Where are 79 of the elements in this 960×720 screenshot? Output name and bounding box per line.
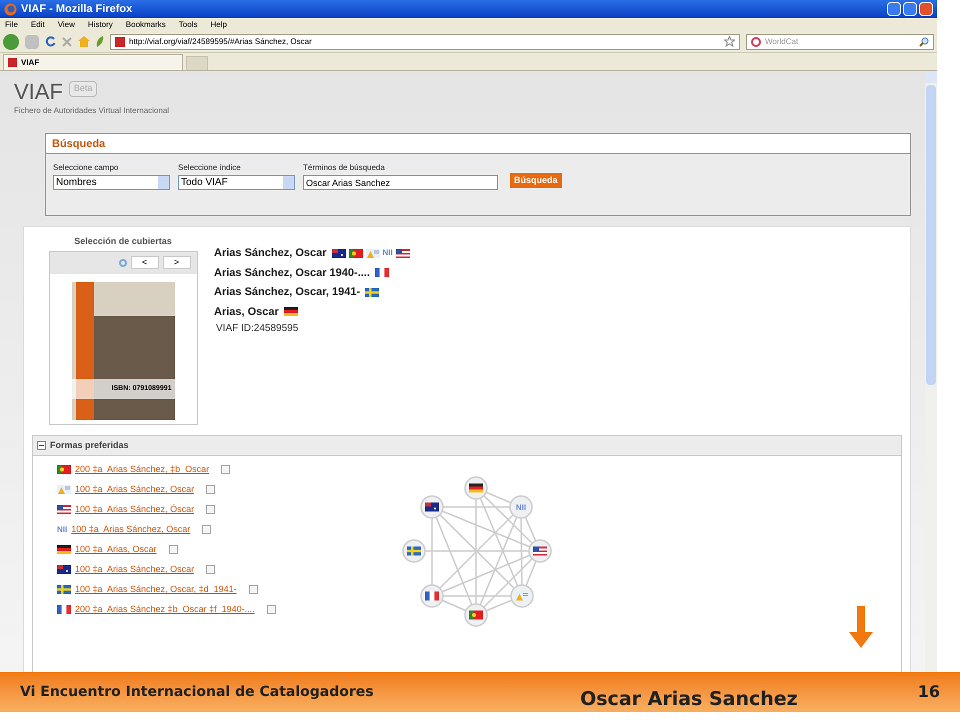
chevron-icon [283,176,294,189]
heading-name: Arias Sánchez, Oscar, 1941- [214,285,360,300]
down-arrow-icon[interactable] [849,606,873,648]
sweden-flag-icon [365,288,380,297]
source-label: NII [382,247,393,260]
site-icon [115,36,125,46]
heading-name: Arias, Oscar [214,304,279,320]
sweden-flag-icon [57,585,71,594]
tab-label: VIAF [21,56,40,68]
heading-link[interactable]: 100 ‡a Arias Sánchez, Oscar [75,482,194,496]
search-field[interactable]: Oscar Arias Sanchez [303,175,498,190]
australia-flag-icon [57,565,71,574]
heading-name: Arias Sánchez, Oscar [214,246,327,261]
field-label: Términos de búsqueda [303,162,386,174]
menu-item[interactable]: Help [210,18,227,30]
url-text: http://viaf.org/viaf/24589595/#Arias Sánchez, Oscar [129,36,312,48]
heading-link[interactable]: 200 ‡a Arias Sánchez ‡b Oscar ‡f 1940-.... [75,602,255,616]
globe-icon [4,2,17,16]
site-icon [8,58,17,67]
germany-flag-icon [284,307,298,316]
france-flag-icon [374,268,389,278]
page-number: 16 [918,681,940,703]
minimize-button[interactable] [887,2,901,16]
heading-link[interactable]: 100 ‡a Arias Sánchez, Oscar [75,562,194,576]
field-label: Seleccione índice [178,162,242,174]
authority-network-drawing: NII [399,472,559,632]
beta-badge: Beta [68,81,98,96]
heading-link[interactable]: 100 ‡a Arias, Oscar [75,542,157,556]
panel-title: Búsqueda [46,134,910,154]
search-icon[interactable] [919,36,929,46]
usa-flag-icon [396,248,410,258]
france-flag-icon [57,605,71,614]
home-icon[interactable] [78,36,90,47]
chevron-icon [158,176,169,189]
collapse-toggle[interactable] [37,441,46,450]
menu-item[interactable]: Tools [178,18,198,30]
menu-item[interactable]: Edit [30,18,45,30]
restore-button[interactable] [903,2,917,16]
section-title: Formas preferidas [50,438,129,452]
field-label: Seleccione campo [53,162,120,174]
menu-item[interactable]: View [58,18,75,30]
slide-title: Oscar Arias Sanchez [580,686,798,712]
covers-title: Selección de cubiertas [74,235,172,248]
window-title: VIAF - Mozilla Firefox [21,2,132,17]
portugal-flag-icon [57,465,71,474]
heading-link[interactable]: 100 ‡a Arias Sánchez, Óscar [75,502,194,516]
viaf-id: VIAF ID:24589595 [216,322,300,336]
new-tab-button[interactable] [186,56,208,70]
heading-link[interactable]: 100 ‡a Arias Sánchez, Oscar, ‡d 1941- [75,582,237,596]
dropdown[interactable]: Nombres [53,175,170,190]
back-button[interactable] [3,34,19,50]
menu-item[interactable]: File [5,18,18,30]
warning-sign-icon [57,485,71,494]
menu-item[interactable]: History [88,18,113,30]
heading-name: Arias Sánchez, Oscar 1940-.... [214,266,370,280]
leaf-icon[interactable] [96,36,104,47]
heading-link[interactable]: 200 ‡a Arias Sánchez, ‡b Oscar [75,462,210,476]
forward-button[interactable] [25,34,39,48]
australia-flag-icon [332,248,346,258]
dropdown[interactable]: Todo VIAF [178,175,295,190]
star-icon[interactable] [724,36,735,47]
close-button[interactable] [919,2,933,16]
menu-item[interactable]: Bookmarks [126,18,166,30]
heading-link[interactable]: 100 ‡a Arias Sánchez, Oscar [71,522,190,536]
site-logo[interactable]: VIAF [14,81,63,103]
address-bar[interactable]: http://viaf.org/viaf/24589595/#Arias Sánchez, Oscar [110,34,740,50]
reload-icon[interactable] [45,36,56,47]
next-button[interactable]: > [162,256,190,269]
germany-flag-icon [57,545,71,554]
scrollbar[interactable] [925,71,937,672]
warning-sign-icon [366,248,380,258]
portugal-flag-icon [348,248,363,258]
prev-button[interactable]: < [130,256,158,269]
stop-icon[interactable] [62,36,72,46]
event-name: Vi Encuentro Internacional de Catalogadores [20,682,374,702]
browser-tab[interactable]: VIAF [3,54,183,70]
source-label: NII [57,524,68,536]
usa-flag-icon [57,505,71,514]
site-subtitle: Fichero de Autoridades Virtual Internacional [14,105,170,117]
